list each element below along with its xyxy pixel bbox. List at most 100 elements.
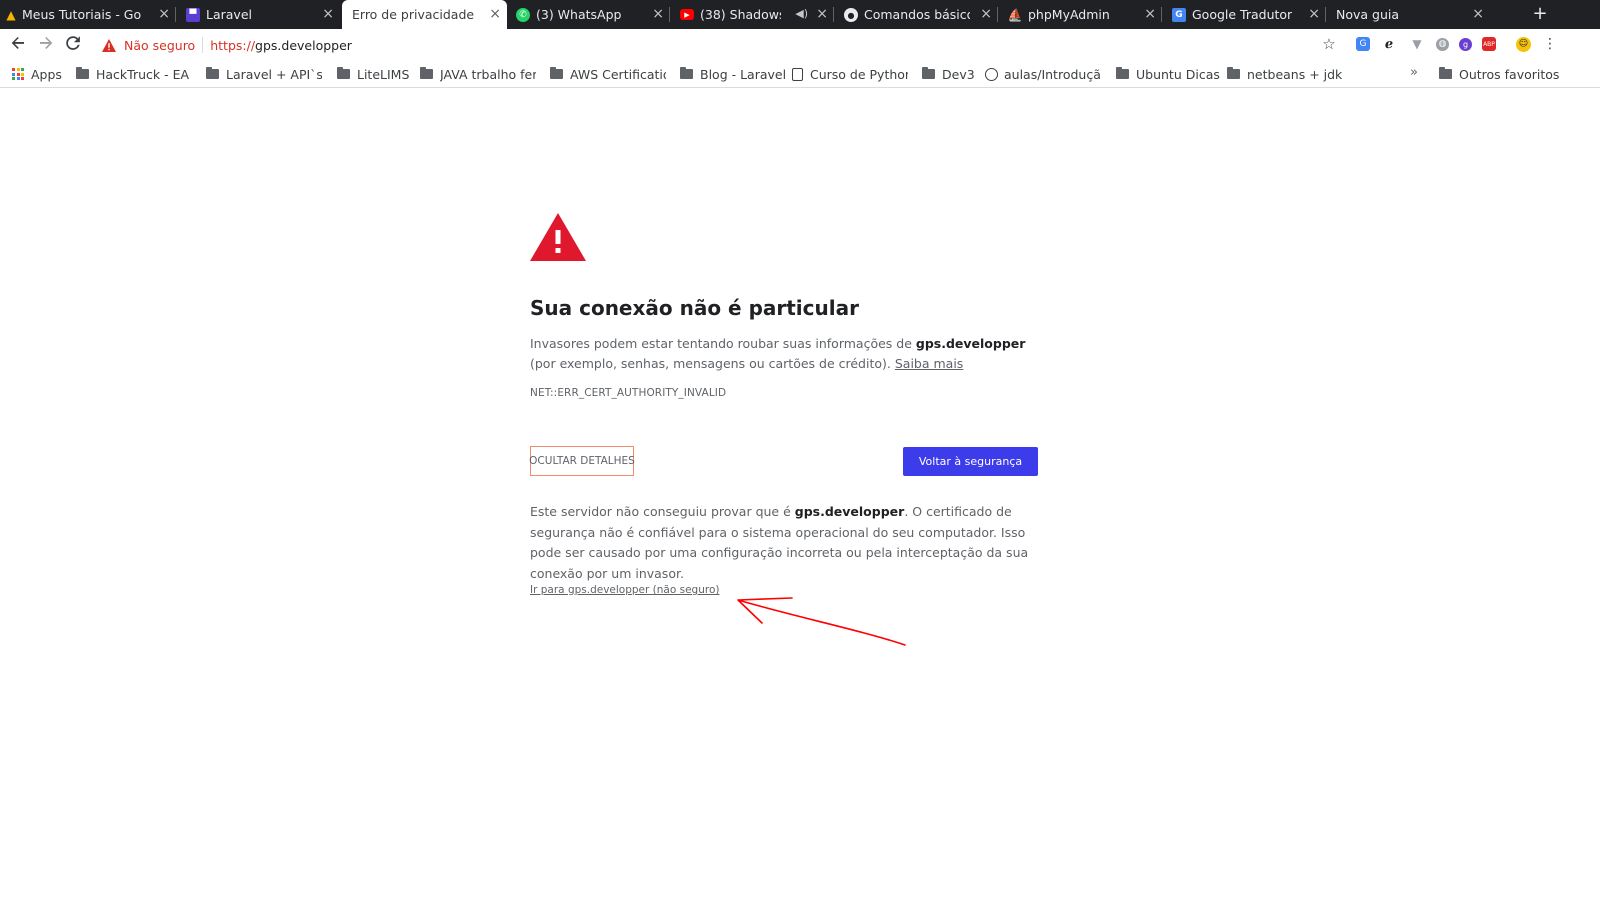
folder-icon <box>1116 67 1129 79</box>
close-icon[interactable]: × <box>489 6 501 22</box>
extension-globe-icon[interactable]: ◍ <box>1436 37 1449 51</box>
forward-button[interactable] <box>36 35 56 55</box>
bookmark-hacktruck[interactable]: HackTruck - EAD <box>76 65 190 83</box>
bookmark-dev3[interactable]: Dev3 <box>922 65 975 83</box>
bookmark-label: netbeans + jdk <box>1247 66 1343 82</box>
speaker-icon[interactable]: ◀) <box>795 7 808 20</box>
bookmark-java-trabalho[interactable]: JAVA trbalho fer <box>420 65 536 83</box>
bookmark-ubuntu-dicas[interactable]: Ubuntu Dicas <box>1116 65 1220 83</box>
close-icon[interactable]: × <box>1144 6 1156 22</box>
github-icon: ● <box>844 8 858 22</box>
close-icon[interactable]: × <box>322 6 334 22</box>
bookmark-label: Laravel + API`s P <box>226 66 322 82</box>
tab-google-tradutor[interactable]: G Google Tradutor × <box>1166 0 1326 29</box>
extension-badge-icon[interactable]: g <box>1459 37 1472 51</box>
main-message-text: Invasores podem estar tentando roubar su… <box>530 336 916 351</box>
close-icon[interactable]: × <box>1472 6 1484 22</box>
github-icon <box>985 67 998 81</box>
not-secure-label[interactable]: Não seguro <box>124 38 195 53</box>
tab-laravel[interactable]: ▀ Laravel × <box>180 0 340 29</box>
bookmarks-bar: Apps HackTruck - EAD Laravel + API`s P L… <box>0 60 1600 88</box>
url-scheme: https:// <box>210 37 256 53</box>
main-message-text-2: (por exemplo, senhas, mensagens ou cartõ… <box>530 356 895 371</box>
bookmark-apps[interactable]: Apps <box>12 65 62 83</box>
google-translate-icon: G <box>1172 8 1186 22</box>
close-icon[interactable]: × <box>652 6 664 22</box>
bookmark-netbeans-jdk[interactable]: netbeans + jdk <box>1227 65 1342 83</box>
close-icon[interactable]: × <box>816 6 828 22</box>
tab-nova-guia[interactable]: Nova guia × <box>1330 0 1490 29</box>
arrow-left-icon <box>11 37 24 49</box>
bookmark-aws-certification[interactable]: AWS Certificatio <box>550 65 666 83</box>
tab-title: Comandos básicos <box>864 7 970 22</box>
tab-erro-de-privacidade[interactable]: Erro de privacidade × <box>342 0 507 29</box>
proceed-unsafe-link[interactable]: Ir para gps.developper (não seguro) <box>530 584 719 596</box>
tab-github[interactable]: ● Comandos básicos × <box>838 0 998 29</box>
tab-whatsapp[interactable]: ✆ (3) WhatsApp × <box>510 0 670 29</box>
bookmark-label: Ubuntu Dicas <box>1136 66 1220 82</box>
bookmark-label: Curso de Python <box>810 66 908 82</box>
tab-title: Meus Tutoriais - Go <box>22 7 142 22</box>
tab-title: (3) WhatsApp <box>536 7 622 22</box>
omnibox-divider <box>202 37 204 53</box>
folder-icon <box>550 67 563 79</box>
tab-meus-tutoriais[interactable]: ▲ Meus Tutoriais - Go × <box>0 0 176 29</box>
bookmark-blog-laravel[interactable]: Blog - Laravel <box>680 65 786 83</box>
bookmark-litelims[interactable]: LiteLIMS <box>337 65 409 83</box>
bookmark-label: LiteLIMS <box>357 66 410 82</box>
menu-icon[interactable]: ⋮ <box>1541 35 1559 53</box>
hide-details-button[interactable]: OCULTAR DETALHES <box>529 446 635 476</box>
tab-title: Laravel <box>206 7 252 22</box>
main-message-host: gps.developper <box>915 336 1026 351</box>
annotation-arrow <box>737 597 906 646</box>
folder-icon <box>680 67 693 79</box>
profile-avatar-icon[interactable]: ☺ <box>1516 36 1531 52</box>
tab-separator <box>1161 7 1162 22</box>
bookmark-label: Blog - Laravel <box>700 66 787 82</box>
tab-title: Nova guia <box>1336 7 1400 22</box>
toolbar-icons: ☆ G ℯ ▼ ◍ g ABP ☺ ⋮ <box>1320 34 1569 54</box>
bookmark-outros-favoritos[interactable]: Outros favoritos <box>1439 65 1559 83</box>
reload-icon <box>66 36 80 50</box>
folder-icon <box>1439 67 1452 79</box>
bookmark-curso-python[interactable]: Curso de Python <box>792 65 908 83</box>
bookmark-aulas-introducao[interactable]: aulas/Introduçã <box>985 65 1103 83</box>
tab-phpmyadmin[interactable]: ⛵ phpMyAdmin × <box>1002 0 1162 29</box>
tab-separator <box>997 7 998 22</box>
close-icon[interactable]: × <box>1308 6 1320 22</box>
adblock-plus-icon[interactable]: ABP <box>1482 37 1496 51</box>
tab-youtube[interactable]: ▶ (38) Shadows - L ◀) × <box>674 0 834 29</box>
bookmark-label: Dev3 <box>942 66 975 82</box>
bookmark-laravel-apis[interactable]: Laravel + API`s P <box>206 65 322 83</box>
whatsapp-icon: ✆ <box>516 8 530 22</box>
back-button[interactable] <box>8 35 28 55</box>
page-title: Sua conexão não é particular <box>530 296 859 320</box>
tab-title: Google Tradutor <box>1192 7 1293 22</box>
arrow-right-icon <box>40 37 53 49</box>
star-icon[interactable]: ☆ <box>1320 35 1338 53</box>
error-code: NET::ERR_CERT_AUTHORITY_INVALID <box>530 387 727 399</box>
folder-icon <box>76 67 89 79</box>
new-tab-button[interactable]: + <box>1530 4 1550 24</box>
folder-icon <box>206 67 219 79</box>
extension-e-icon[interactable]: ℯ <box>1380 35 1398 53</box>
more-bookmarks-chevron-icon[interactable]: » <box>1410 65 1418 80</box>
red-warning-triangle-icon <box>530 213 586 261</box>
folder-icon <box>922 67 935 79</box>
tab-separator <box>1325 7 1326 22</box>
omnibox[interactable]: Não seguro https:// gps.developper <box>92 32 1360 58</box>
translate-extension-icon[interactable]: G <box>1356 37 1370 51</box>
bookmark-label: HackTruck - EAD <box>96 66 190 82</box>
page-icon <box>792 67 803 81</box>
learn-more-link[interactable]: Saiba mais <box>895 356 963 371</box>
tab-separator <box>175 7 176 22</box>
toolbar: Não seguro https:// gps.developper ☆ G ℯ… <box>0 29 1600 60</box>
tab-separator <box>833 7 834 22</box>
close-icon[interactable]: × <box>980 6 992 22</box>
tab-title: (38) Shadows - L <box>700 7 781 22</box>
extension-v-icon[interactable]: ▼ <box>1408 35 1426 53</box>
reload-button[interactable] <box>63 35 83 55</box>
warning-icon <box>102 38 116 52</box>
back-to-safety-button[interactable]: Voltar à segurança <box>903 447 1038 476</box>
close-icon[interactable]: × <box>158 6 170 22</box>
